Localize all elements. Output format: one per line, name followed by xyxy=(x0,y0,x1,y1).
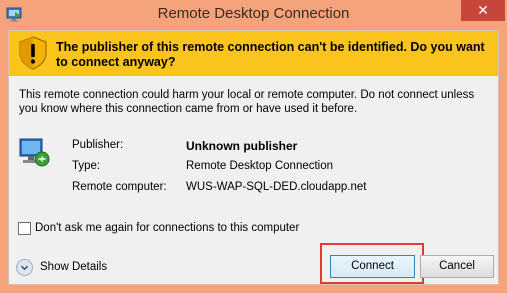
remote-computer-value: WUS-WAP-SQL-DED.cloudapp.net xyxy=(186,181,367,193)
title-bar[interactable]: Remote Desktop Connection ✕ xyxy=(0,0,507,30)
cancel-button[interactable]: Cancel xyxy=(420,255,494,278)
dont-ask-again-checkbox[interactable] xyxy=(18,222,31,235)
show-details-label[interactable]: Show Details xyxy=(40,261,107,273)
dialog-window: Remote Desktop Connection ✕ The publishe… xyxy=(0,0,507,293)
banner-message: The publisher of this remote connection … xyxy=(56,40,485,69)
warning-shield-icon xyxy=(19,36,47,70)
warning-message: This remote connection could harm your l… xyxy=(19,89,475,115)
close-button[interactable]: ✕ xyxy=(461,0,505,21)
publisher-label: Publisher: xyxy=(72,139,124,151)
computer-icon xyxy=(19,138,50,167)
type-value: Remote Desktop Connection xyxy=(186,160,334,172)
window-title: Remote Desktop Connection xyxy=(157,5,350,22)
connect-button[interactable]: Connect xyxy=(330,255,415,278)
dont-ask-again-label[interactable]: Don't ask me again for connections to th… xyxy=(35,222,299,234)
warning-banner: The publisher of this remote connection … xyxy=(9,31,498,76)
publisher-value: Unknown publisher xyxy=(186,139,298,153)
type-label: Type: xyxy=(72,160,101,172)
chevron-down-icon xyxy=(16,259,33,276)
remote-computer-label: Remote computer: xyxy=(72,181,167,193)
dialog-content: The publisher of this remote connection … xyxy=(8,30,499,285)
